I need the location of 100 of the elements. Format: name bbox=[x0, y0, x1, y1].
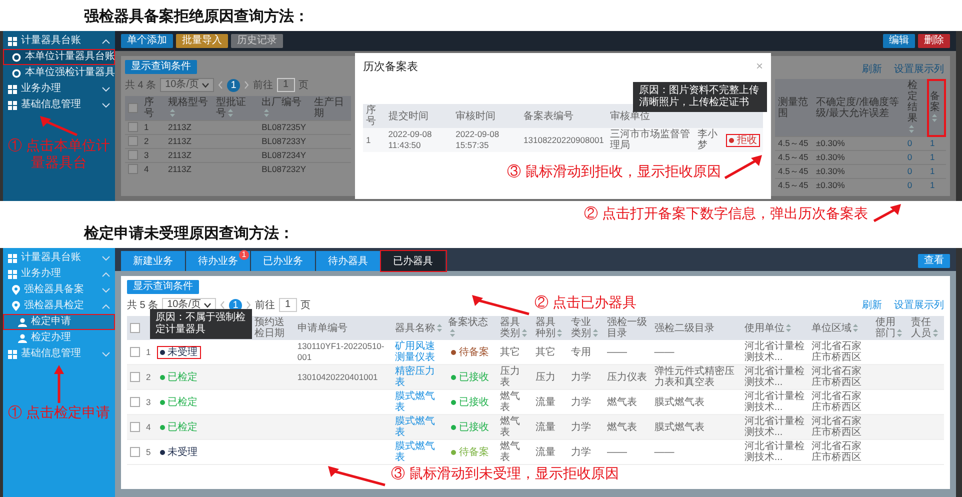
table-cell[interactable]: 1 bbox=[926, 136, 946, 150]
sidebar-item[interactable]: 基础信息管理 bbox=[3, 97, 115, 113]
next-page-icon[interactable] bbox=[244, 81, 250, 89]
action-button[interactable]: 编辑 bbox=[883, 34, 915, 48]
sidebar-item[interactable]: 检定申请 bbox=[3, 314, 115, 330]
previous-page-icon[interactable] bbox=[220, 301, 226, 309]
previous-page-icon[interactable] bbox=[218, 81, 224, 89]
table-cell: 13108220220908001 bbox=[520, 128, 607, 152]
dialog-title: 历次备案表 bbox=[363, 60, 418, 74]
close-button[interactable]: × bbox=[756, 59, 763, 73]
table-cell[interactable]: 1 bbox=[926, 178, 946, 192]
table-cell[interactable]: 0 bbox=[904, 150, 927, 164]
table-link[interactable]: 设置展示列 bbox=[894, 298, 944, 312]
sort-icon[interactable] bbox=[228, 109, 234, 118]
checkbox[interactable] bbox=[130, 446, 140, 457]
tooltip: 原因：图片资料不完整上传清晰照片，上传检定证书 bbox=[633, 82, 767, 112]
annotation: ① 点击本单位计量器具台 bbox=[7, 137, 111, 171]
sort-icon[interactable] bbox=[522, 329, 527, 338]
sort-icon[interactable] bbox=[786, 324, 792, 332]
table-cell: BL087234Y bbox=[258, 148, 312, 162]
status-label: 待备案 bbox=[448, 446, 492, 458]
table-cell[interactable]: 1 bbox=[926, 150, 946, 164]
sidebar-item[interactable]: 业务办理 bbox=[3, 81, 115, 97]
toolbar-button[interactable]: 批量导入 bbox=[176, 34, 228, 48]
table-cell: ±0.30% bbox=[813, 136, 904, 150]
checkbox[interactable] bbox=[128, 136, 138, 146]
next-page-icon[interactable] bbox=[246, 301, 252, 309]
sort-icon[interactable] bbox=[436, 324, 442, 332]
table-cell: 压力仪表 bbox=[604, 364, 652, 390]
sort-icon[interactable] bbox=[933, 329, 938, 338]
sort-icon[interactable] bbox=[593, 329, 598, 338]
column-header: 不确定度/准确度等级/最大允许误差 bbox=[813, 79, 904, 136]
tab[interactable]: 待办器具 bbox=[316, 251, 381, 271]
table-cell[interactable]: 0 bbox=[904, 178, 927, 192]
sort-icon[interactable] bbox=[450, 329, 456, 338]
annotation: ② 点击已办器具 bbox=[534, 294, 636, 311]
sidebar-item[interactable]: 检定办理 bbox=[3, 330, 115, 346]
page-input[interactable]: 1 bbox=[277, 78, 295, 92]
tab[interactable]: 已办器具 bbox=[381, 251, 446, 271]
tab[interactable]: 新建业务 bbox=[121, 251, 186, 271]
action-button[interactable]: 查看 bbox=[918, 254, 950, 268]
page-number[interactable]: 1 bbox=[227, 78, 240, 92]
toolbar-button[interactable]: 单个添加 bbox=[121, 34, 173, 48]
table-cell[interactable]: 膜式燃气表 bbox=[392, 414, 446, 440]
table-link[interactable]: 刷新 bbox=[862, 62, 882, 76]
chevron-icon bbox=[102, 102, 110, 108]
sidebar-item[interactable]: 本单位强检计量器具 bbox=[3, 65, 115, 81]
checkbox[interactable] bbox=[130, 322, 140, 333]
table-cell: 1 bbox=[363, 128, 386, 152]
status-label[interactable]: 拒收 bbox=[726, 134, 760, 146]
query-button[interactable]: 显示查询条件 bbox=[125, 60, 197, 74]
checkbox[interactable] bbox=[130, 346, 140, 357]
column-header: 责任人员 bbox=[908, 316, 944, 340]
table-cell: ±0.30% bbox=[813, 178, 904, 192]
tab[interactable]: 待办业务 1 bbox=[186, 251, 251, 271]
query-button[interactable]: 显示查询条件 bbox=[127, 280, 199, 294]
checkbox[interactable] bbox=[128, 102, 138, 113]
sort-icon[interactable] bbox=[853, 324, 858, 332]
chevron-icon bbox=[102, 256, 110, 260]
tab[interactable]: 已办业务 bbox=[251, 251, 316, 271]
table-link[interactable]: 刷新 bbox=[862, 298, 882, 312]
checkbox[interactable] bbox=[130, 396, 140, 407]
page-input[interactable]: 1 bbox=[279, 298, 297, 312]
table-cell: BL087232Y bbox=[258, 162, 312, 176]
sort-icon[interactable] bbox=[557, 329, 562, 338]
sidebar-item[interactable]: 基础信息管理 bbox=[3, 346, 115, 362]
page-size-select[interactable]: 10条/页 bbox=[160, 78, 214, 92]
table-cell[interactable]: 0 bbox=[904, 136, 927, 150]
column-header: 器具名称 bbox=[392, 316, 446, 340]
sort-icon[interactable] bbox=[264, 109, 269, 118]
column-header: 检定结果 bbox=[904, 79, 927, 136]
table-cell[interactable]: 1 bbox=[926, 164, 946, 178]
arrow bbox=[872, 203, 902, 223]
table-cell[interactable]: 0 bbox=[904, 164, 927, 178]
checkbox[interactable] bbox=[130, 372, 140, 382]
grid-icon bbox=[8, 36, 17, 46]
sort-icon[interactable] bbox=[897, 329, 902, 338]
table-cell[interactable]: 精密压力表 bbox=[392, 364, 446, 390]
sort-icon[interactable] bbox=[170, 109, 175, 118]
checkbox[interactable] bbox=[130, 422, 140, 432]
status-label: 已接收 bbox=[448, 370, 492, 384]
sidebar-item[interactable]: 计量器具台账 bbox=[3, 250, 115, 266]
chevron-icon bbox=[102, 38, 110, 44]
sort-icon[interactable] bbox=[932, 114, 937, 122]
sidebar-item[interactable]: 强检器具检定 bbox=[3, 298, 115, 314]
sidebar-item[interactable]: 强检器具备案 bbox=[3, 282, 115, 298]
table-link[interactable]: 设置展示列 bbox=[894, 62, 944, 76]
column-header: 规格型号 bbox=[164, 96, 214, 120]
sidebar-item[interactable]: 计量器具台账 bbox=[3, 33, 115, 49]
table-cell: 三河市市场监督管理局 bbox=[606, 128, 694, 152]
table-cell[interactable]: 膜式燃气表 bbox=[392, 440, 446, 464]
column-header: 备案 bbox=[926, 79, 946, 136]
action-button[interactable]: 删除 bbox=[918, 34, 950, 48]
sort-icon[interactable] bbox=[909, 125, 914, 134]
chevron-icon bbox=[102, 272, 110, 276]
total-count: 共 4 条 bbox=[125, 78, 156, 92]
checkbox[interactable] bbox=[128, 164, 138, 174]
checkbox[interactable] bbox=[128, 150, 138, 160]
sidebar-item[interactable]: 业务办理 bbox=[3, 266, 115, 282]
checkbox[interactable] bbox=[128, 122, 138, 132]
